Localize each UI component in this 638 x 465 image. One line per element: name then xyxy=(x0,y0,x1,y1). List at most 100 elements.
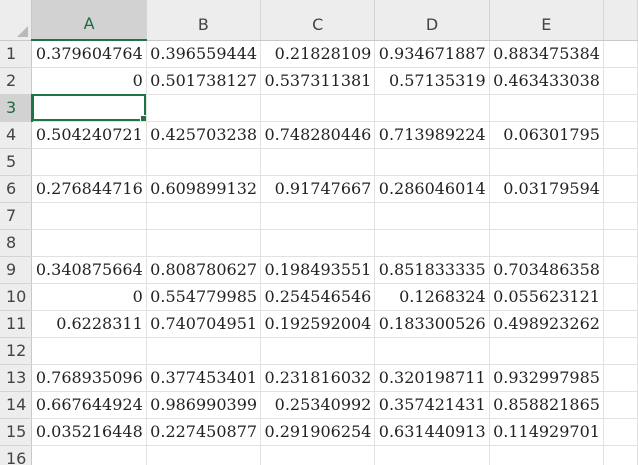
cell-e2[interactable]: 0.463433038 xyxy=(489,67,604,95)
cell-f13[interactable] xyxy=(603,364,638,392)
cell-f6[interactable] xyxy=(603,175,638,203)
cell-e5[interactable] xyxy=(489,148,604,176)
cell-d10[interactable]: 0.1268324 xyxy=(374,283,490,311)
cell-e8[interactable] xyxy=(489,229,604,257)
cell-a16[interactable] xyxy=(31,445,147,465)
cell-c3[interactable] xyxy=(260,94,376,122)
cell-e16[interactable] xyxy=(489,445,604,465)
fill-handle[interactable] xyxy=(139,114,146,120)
row-header-8[interactable]: 8 xyxy=(0,229,33,257)
cell-c6[interactable]: 0.91747667 xyxy=(260,175,376,203)
cell-a12[interactable] xyxy=(31,337,147,365)
cell-f16[interactable] xyxy=(603,445,638,465)
cell-e3[interactable] xyxy=(489,94,604,122)
row-header-12[interactable]: 12 xyxy=(0,337,33,365)
cell-a13[interactable]: 0.768935096 xyxy=(31,364,147,392)
cell-c5[interactable] xyxy=(260,148,376,176)
cell-b14[interactable]: 0.986990399 xyxy=(146,391,262,419)
cell-d5[interactable] xyxy=(374,148,490,176)
cell-e14[interactable]: 0.858821865 xyxy=(489,391,604,419)
cell-d15[interactable]: 0.631440913 xyxy=(374,418,490,446)
cell-b3[interactable] xyxy=(146,94,262,122)
column-header-d[interactable]: D xyxy=(374,0,490,41)
cell-e4[interactable]: 0.06301795 xyxy=(489,121,604,149)
cell-c4[interactable]: 0.748280446 xyxy=(260,121,376,149)
cell-c14[interactable]: 0.25340992 xyxy=(260,391,376,419)
cell-a11[interactable]: 0.6228311 xyxy=(31,310,147,338)
cell-d8[interactable] xyxy=(374,229,490,257)
cell-e11[interactable]: 0.498923262 xyxy=(489,310,604,338)
cell-a3[interactable] xyxy=(31,94,147,122)
cell-f4[interactable] xyxy=(603,121,638,149)
cell-e15[interactable]: 0.114929701 xyxy=(489,418,604,446)
cell-d4[interactable]: 0.713989224 xyxy=(374,121,490,149)
cell-c7[interactable] xyxy=(260,202,376,230)
cell-b4[interactable]: 0.425703238 xyxy=(146,121,262,149)
cell-b9[interactable]: 0.808780627 xyxy=(146,256,262,284)
cell-c8[interactable] xyxy=(260,229,376,257)
cell-a15[interactable]: 0.035216448 xyxy=(31,418,147,446)
cell-a8[interactable] xyxy=(31,229,147,257)
cell-d13[interactable]: 0.320198711 xyxy=(374,364,490,392)
cell-d11[interactable]: 0.183300526 xyxy=(374,310,490,338)
cell-b5[interactable] xyxy=(146,148,262,176)
cell-b16[interactable] xyxy=(146,445,262,465)
row-header-14[interactable]: 14 xyxy=(0,391,33,419)
cell-f14[interactable] xyxy=(603,391,638,419)
cell-a9[interactable]: 0.340875664 xyxy=(31,256,147,284)
cell-a4[interactable]: 0.504240721 xyxy=(31,121,147,149)
cell-a10[interactable]: 0 xyxy=(31,283,147,311)
cell-d2[interactable]: 0.57135319 xyxy=(374,67,490,95)
cell-f5[interactable] xyxy=(603,148,638,176)
cell-c16[interactable] xyxy=(260,445,376,465)
cell-d16[interactable] xyxy=(374,445,490,465)
cell-f10[interactable] xyxy=(603,283,638,311)
cell-b10[interactable]: 0.554779985 xyxy=(146,283,262,311)
cell-e6[interactable]: 0.03179594 xyxy=(489,175,604,203)
column-header-a[interactable]: A xyxy=(31,0,147,41)
cell-f2[interactable] xyxy=(603,67,638,95)
cell-d1[interactable]: 0.934671887 xyxy=(374,40,490,68)
cell-f8[interactable] xyxy=(603,229,638,257)
column-header-f[interactable] xyxy=(603,0,638,41)
row-header-10[interactable]: 10 xyxy=(0,283,33,311)
column-header-b[interactable]: B xyxy=(146,0,262,41)
cell-b13[interactable]: 0.377453401 xyxy=(146,364,262,392)
cell-c13[interactable]: 0.231816032 xyxy=(260,364,376,392)
cell-b8[interactable] xyxy=(146,229,262,257)
cell-b11[interactable]: 0.740704951 xyxy=(146,310,262,338)
cell-b7[interactable] xyxy=(146,202,262,230)
cell-f12[interactable] xyxy=(603,337,638,365)
cell-b6[interactable]: 0.609899132 xyxy=(146,175,262,203)
cell-c15[interactable]: 0.291906254 xyxy=(260,418,376,446)
cell-d12[interactable] xyxy=(374,337,490,365)
cell-b15[interactable]: 0.227450877 xyxy=(146,418,262,446)
cell-f3[interactable] xyxy=(603,94,638,122)
row-header-13[interactable]: 13 xyxy=(0,364,33,392)
cell-a5[interactable] xyxy=(31,148,147,176)
column-header-e[interactable]: E xyxy=(489,0,604,41)
row-header-15[interactable]: 15 xyxy=(0,418,33,446)
cell-f15[interactable] xyxy=(603,418,638,446)
row-header-11[interactable]: 11 xyxy=(0,310,33,338)
cell-c11[interactable]: 0.192592004 xyxy=(260,310,376,338)
row-header-5[interactable]: 5 xyxy=(0,148,33,176)
cell-c2[interactable]: 0.537311381 xyxy=(260,67,376,95)
row-header-9[interactable]: 9 xyxy=(0,256,33,284)
cell-e13[interactable]: 0.932997985 xyxy=(489,364,604,392)
cell-f7[interactable] xyxy=(603,202,638,230)
cell-d3[interactable] xyxy=(374,94,490,122)
cell-e10[interactable]: 0.055623121 xyxy=(489,283,604,311)
cell-a1[interactable]: 0.379604764 xyxy=(31,40,147,68)
row-header-1[interactable]: 1 xyxy=(0,40,33,68)
cell-a14[interactable]: 0.667644924 xyxy=(31,391,147,419)
row-header-4[interactable]: 4 xyxy=(0,121,33,149)
cell-b12[interactable] xyxy=(146,337,262,365)
cell-f11[interactable] xyxy=(603,310,638,338)
cell-a6[interactable]: 0.276844716 xyxy=(31,175,147,203)
select-all-corner[interactable] xyxy=(0,0,33,41)
cell-d7[interactable] xyxy=(374,202,490,230)
cell-a7[interactable] xyxy=(31,202,147,230)
row-header-7[interactable]: 7 xyxy=(0,202,33,230)
row-header-2[interactable]: 2 xyxy=(0,67,33,95)
